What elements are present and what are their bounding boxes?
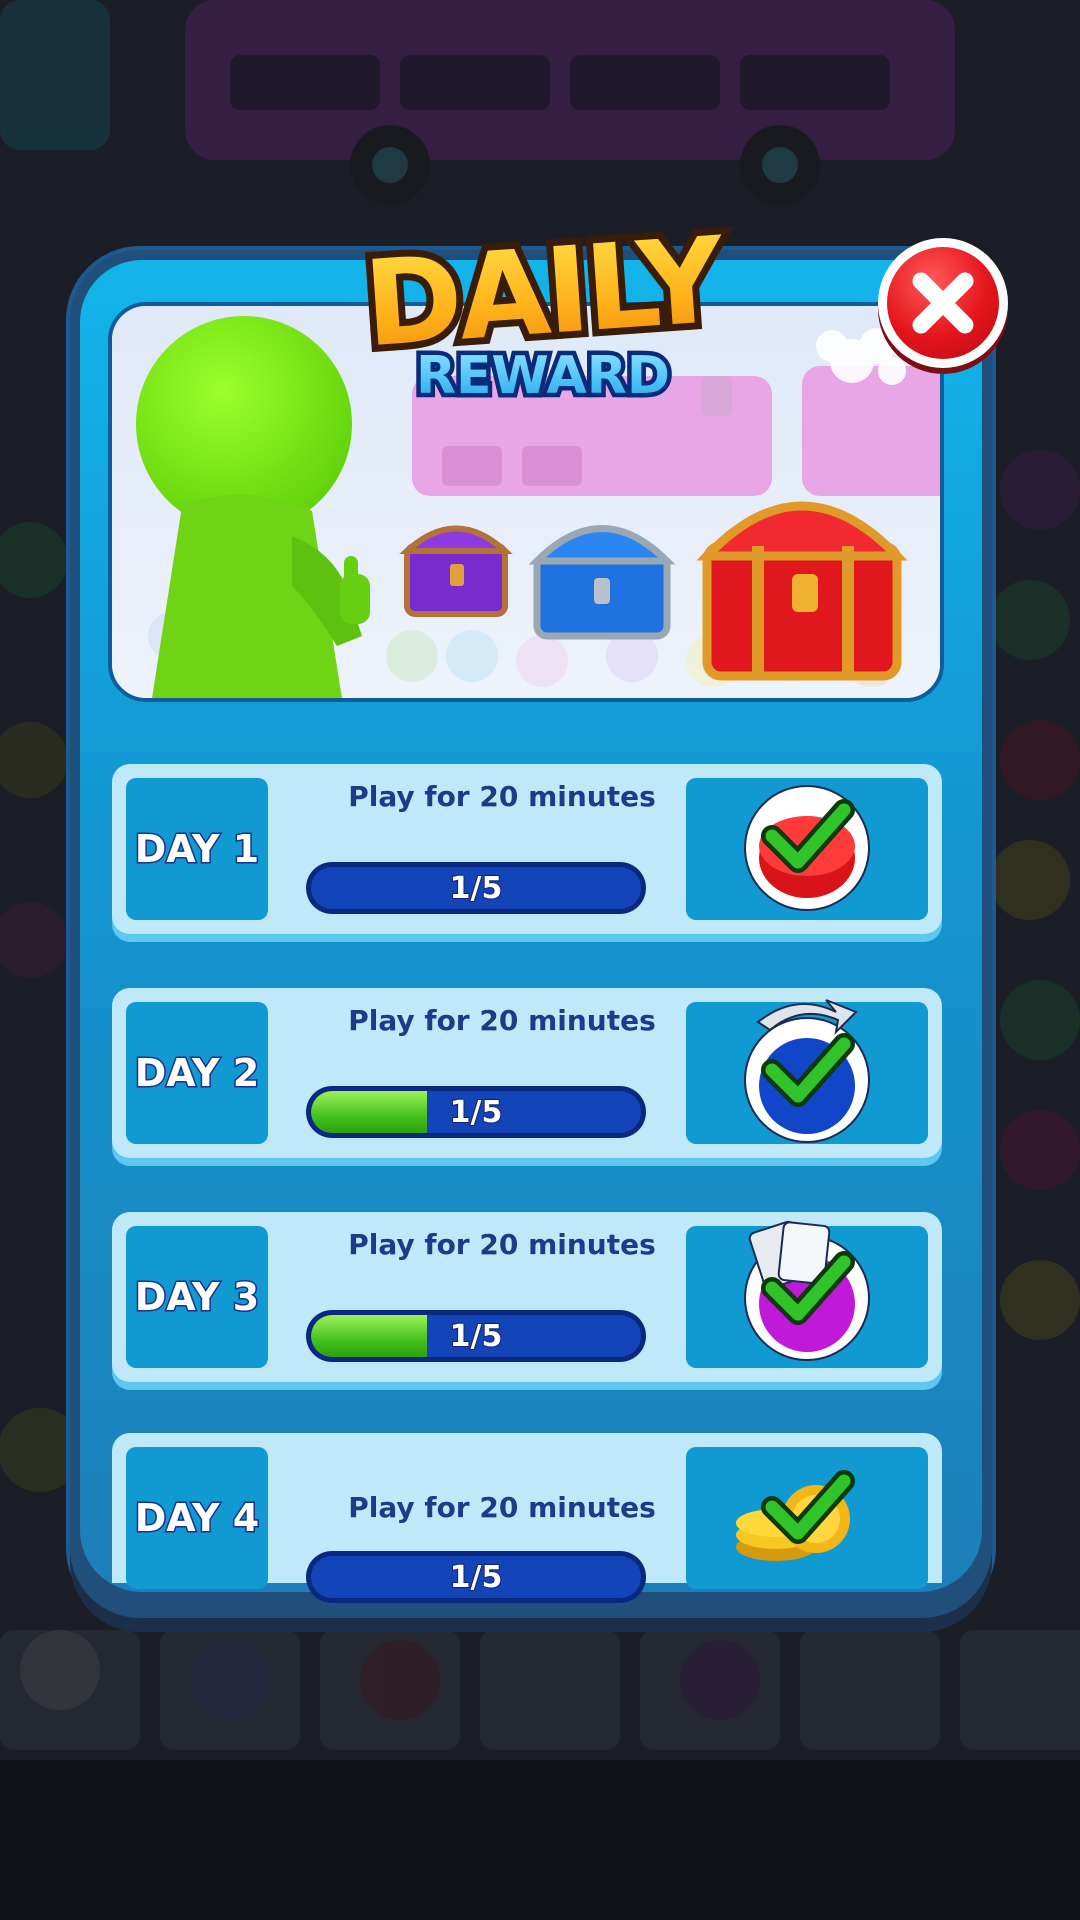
red-button-check-icon xyxy=(744,785,870,911)
day-badge: DAY 3 xyxy=(126,1226,268,1368)
progress-bar: 1/5 xyxy=(306,1551,646,1603)
purple-cards-check-icon xyxy=(744,1220,870,1361)
blue-arrows-check-icon xyxy=(744,999,870,1143)
task-text: Play for 20 minutes xyxy=(348,1228,656,1261)
day-label: DAY 2 xyxy=(133,1050,261,1097)
day-badge: DAY 2 xyxy=(126,1002,268,1144)
progress-track: 1/5 xyxy=(311,867,641,909)
progress-bar: 1/5 xyxy=(306,1310,646,1362)
day-label: DAY 3 xyxy=(133,1274,261,1321)
day-label: DAY 4 xyxy=(133,1495,261,1542)
progress-text: 1/5 xyxy=(449,870,504,907)
task-text: Play for 20 minutes xyxy=(348,1491,656,1524)
progress-track: 1/5 xyxy=(311,1556,641,1598)
progress-bar: 1/5 xyxy=(306,862,646,914)
day-row: DAY 2 Play for 20 minutes 1/5 xyxy=(112,988,942,1158)
day-badge: DAY 1 xyxy=(126,778,268,920)
claim-reward-button[interactable] xyxy=(686,999,928,1144)
day-row: DAY 3 Play for 20 minutes 1/5 xyxy=(112,1212,942,1382)
claim-reward-button[interactable] xyxy=(686,778,928,920)
progress-track: 1/5 xyxy=(311,1315,641,1357)
progress-bar: 1/5 xyxy=(306,1086,646,1138)
day-row: DAY 4 Play for 20 minutes 1/5 xyxy=(112,1433,942,1603)
day-row: DAY 1 Play for 20 minutes 1/5 xyxy=(112,764,942,934)
claim-reward-button[interactable] xyxy=(686,1447,928,1589)
day-label: DAY 1 xyxy=(133,826,261,873)
progress-text: 1/5 xyxy=(449,1318,504,1355)
gold-coins-check-icon xyxy=(736,1470,855,1561)
task-text: Play for 20 minutes xyxy=(348,780,656,813)
day-badge: DAY 4 xyxy=(126,1447,268,1589)
task-text: Play for 20 minutes xyxy=(348,1004,656,1037)
progress-text: 1/5 xyxy=(449,1094,504,1131)
claim-reward-button[interactable] xyxy=(686,1220,928,1368)
progress-track: 1/5 xyxy=(311,1091,641,1133)
progress-text: 1/5 xyxy=(449,1559,504,1596)
